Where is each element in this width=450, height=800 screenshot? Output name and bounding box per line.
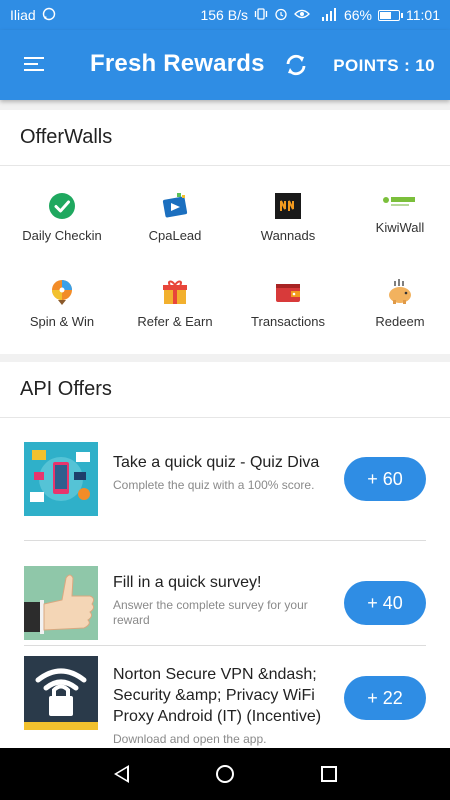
offerwall-label: KiwiWall — [375, 220, 425, 235]
battery-icon — [378, 9, 403, 21]
offerwall-wannads[interactable]: Wannads — [232, 192, 344, 243]
offerwall-kiwiwall[interactable]: KiwiWall — [344, 192, 450, 235]
offer-item[interactable]: Norton Secure VPN &ndash; Security &amp;… — [24, 656, 426, 752]
offer-item[interactable]: Take a quick quiz - Quiz Diva Complete t… — [24, 442, 426, 518]
vibrate-icon — [254, 7, 268, 24]
offerwall-spin-win[interactable]: Spin & Win — [6, 278, 118, 329]
offerwall-label: Wannads — [260, 228, 316, 243]
checkmark-icon — [48, 192, 76, 220]
offerwall-label: CpaLead — [148, 228, 202, 243]
survey-thumbnail — [24, 566, 98, 640]
whatsapp-icon — [42, 7, 56, 24]
offer-description: Complete the quiz with a 100% score. — [113, 478, 315, 492]
api-offers-header: API Offers — [0, 362, 450, 418]
home-icon[interactable] — [215, 765, 234, 783]
sync-icon[interactable] — [283, 52, 309, 78]
offer-points-button[interactable]: + 60 — [344, 457, 426, 501]
recent-apps-icon[interactable] — [320, 766, 337, 782]
menu-icon[interactable] — [24, 57, 44, 71]
offer-description: Answer the complete survey for your rewa… — [113, 598, 308, 627]
status-bar: Iliad 156 B/s 66% 11:01 — [0, 0, 450, 30]
offer-points-button[interactable]: + 40 — [344, 581, 426, 625]
piggy-bank-icon — [386, 278, 414, 306]
offerwall-cpalead[interactable]: CpaLead — [119, 192, 231, 243]
offerwall-label: Daily Checkin — [22, 228, 102, 243]
offer-title: Take a quick quiz - Quiz Diva — [113, 454, 320, 471]
net-speed-label: 156 B/s — [200, 7, 248, 23]
cpalead-logo-icon — [161, 192, 189, 220]
offerwall-refer-earn[interactable]: Refer & Earn — [119, 278, 231, 329]
spin-wheel-icon — [48, 278, 76, 306]
system-nav-bar — [0, 748, 450, 800]
norton-vpn-thumbnail — [24, 656, 98, 730]
offer-title: Norton Secure VPN &ndash; Security &amp;… — [113, 666, 322, 725]
offer-title: Fill in a quick survey! — [113, 574, 262, 591]
offerwall-label: Transactions — [251, 314, 325, 329]
signal-icon — [316, 7, 338, 24]
points-counter: POINTS : 10 — [333, 56, 435, 75]
clock: 11:01 — [406, 7, 440, 23]
back-icon[interactable] — [113, 765, 129, 783]
kiwiwall-logo-icon — [383, 192, 415, 212]
app-bar: Fresh Rewards POINTS : 10 — [0, 30, 450, 100]
offerwall-transactions[interactable]: Transactions — [232, 278, 344, 329]
carrier-label: Iliad — [10, 7, 36, 23]
wannads-logo-icon — [274, 192, 302, 220]
offerwall-label: Refer & Earn — [137, 314, 213, 329]
divider — [24, 645, 426, 646]
offerwall-daily-checkin[interactable]: Daily Checkin — [6, 192, 118, 243]
offer-description: Download and open the app. — [113, 732, 267, 746]
offerwall-label: Redeem — [375, 314, 425, 329]
offerwalls-header: OfferWalls — [0, 110, 450, 166]
quiz-thumbnail — [24, 442, 98, 516]
app-title: Fresh Rewards — [90, 50, 265, 77]
offerwalls-card: OfferWalls Daily Checkin CpaLead Wannads… — [0, 110, 450, 354]
divider — [24, 540, 426, 541]
api-offers-card: API Offers Take a quick quiz - Quiz Diva… — [0, 362, 450, 752]
offerwall-redeem[interactable]: Redeem — [344, 278, 450, 329]
battery-percent: 66% — [343, 7, 372, 23]
offerwall-label: Spin & Win — [29, 314, 95, 329]
wallet-icon — [274, 278, 302, 306]
offer-points-button[interactable]: + 22 — [344, 676, 426, 720]
eye-icon — [294, 8, 310, 23]
gift-icon — [161, 278, 189, 306]
offer-item[interactable]: Fill in a quick survey! Answer the compl… — [24, 566, 426, 642]
alarm-icon — [274, 7, 288, 24]
